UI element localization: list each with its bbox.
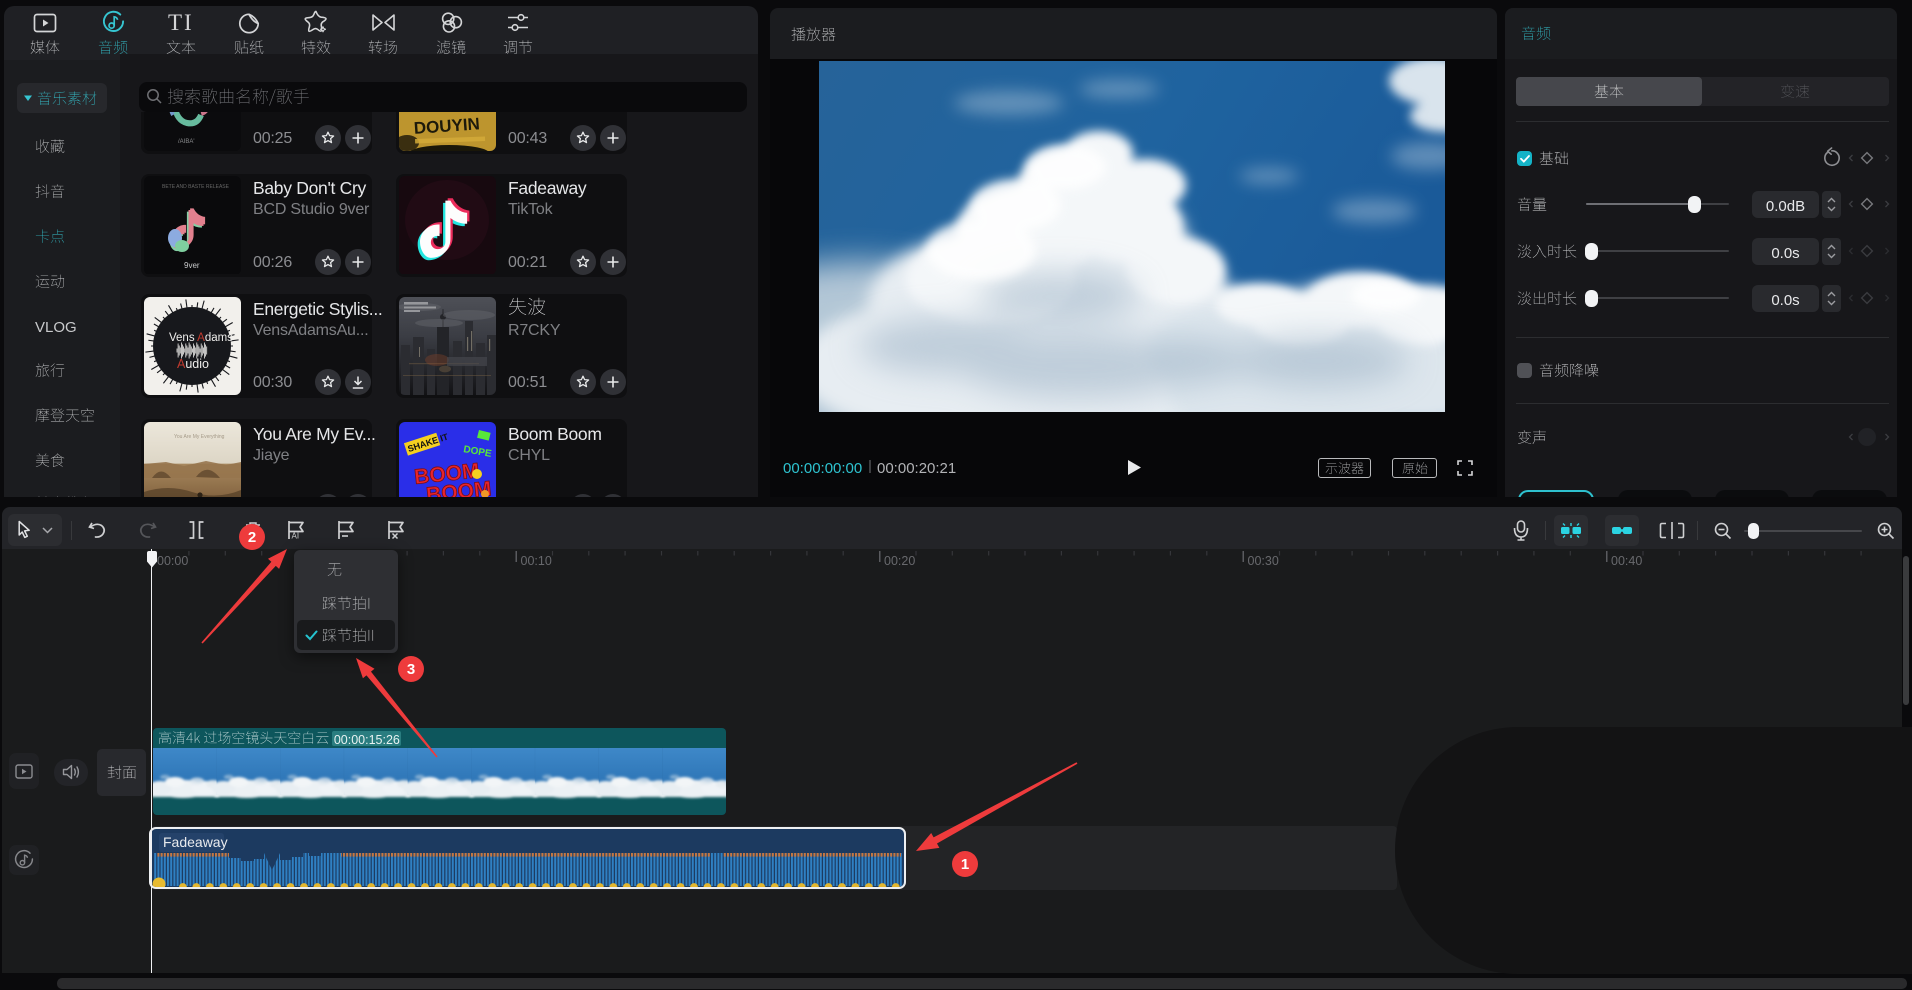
svg-text:2: 2: [248, 529, 256, 546]
svg-text:1: 1: [961, 856, 969, 873]
svg-text:3: 3: [407, 661, 415, 678]
